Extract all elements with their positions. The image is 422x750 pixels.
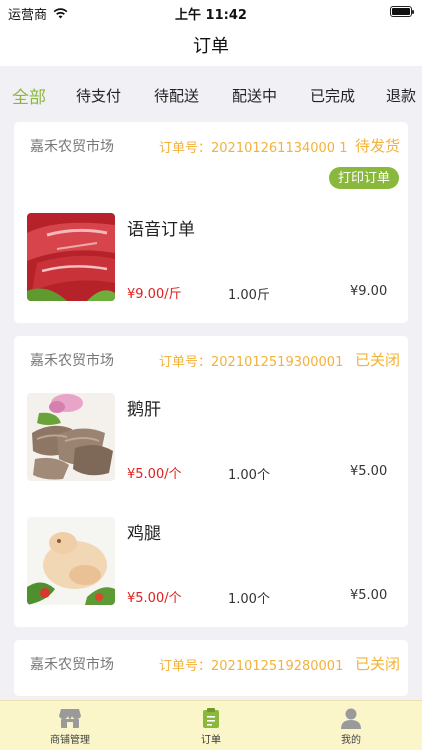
tab-refund[interactable]: 退款 <box>386 85 416 106</box>
item-quantity: 1.00个 <box>228 592 270 607</box>
nav-bar: 订单 <box>0 24 422 66</box>
chicken-image <box>27 517 115 605</box>
market-name: 嘉禾农贸市场 <box>30 139 114 155</box>
item-total: ¥9.00 <box>350 284 388 299</box>
order-item[interactable]: 鸡腿 ¥5.00/个 1.00个 ¥5.00 <box>14 517 408 607</box>
bottom-tab-orders[interactable]: 订单 <box>161 707 261 746</box>
item-total: ¥5.00 <box>350 588 388 603</box>
item-name: 语音订单 <box>127 220 195 240</box>
order-number: 订单号：2021012519280001 <box>159 659 344 674</box>
beef-image <box>27 213 115 301</box>
order-clipboard-icon <box>203 708 219 728</box>
order-item[interactable]: 语音订单 ¥9.00/斤 1.00斤 ¥9.00 <box>14 213 408 303</box>
person-icon <box>341 708 361 729</box>
tab-pending-delivery[interactable]: 待配送 <box>154 85 199 106</box>
tab-completed[interactable]: 已完成 <box>310 85 355 106</box>
order-number: 订单号：202101261134000 1 <box>159 141 348 156</box>
order-header: 嘉禾农贸市场 订单号：2021012519280001 已关闭 <box>14 640 408 684</box>
order-card[interactable]: 嘉禾农贸市场 订单号：2021012519280001 已关闭 <box>14 640 408 696</box>
order-item[interactable]: 鹅肝 ¥5.00/个 1.00个 ¥5.00 <box>14 393 408 483</box>
market-name: 嘉禾农贸市场 <box>30 353 114 369</box>
print-order-button[interactable]: 打印订单 <box>328 167 399 189</box>
page-title: 订单 <box>193 36 229 57</box>
item-name: 鹅肝 <box>127 400 161 420</box>
shop-icon <box>59 709 81 728</box>
order-card[interactable]: 嘉禾农贸市场 订单号：202101261134000 1 待发货 打印订单 语音… <box>14 122 408 323</box>
tab-all[interactable]: 全部 <box>12 83 46 108</box>
status-bar: 运营商 上午 11:42 <box>0 0 422 24</box>
bottom-tab-label: 商铺管理 <box>50 735 90 746</box>
order-header: 嘉禾农贸市场 订单号：2021012519300001 已关闭 <box>14 336 408 380</box>
goose-liver-image <box>27 393 115 481</box>
order-card[interactable]: 嘉禾农贸市场 订单号：2021012519300001 已关闭 鹅肝 ¥5.00… <box>14 336 408 627</box>
item-unit-price: ¥9.00/斤 <box>127 287 182 302</box>
item-name: 鸡腿 <box>127 524 161 544</box>
item-quantity: 1.00个 <box>228 468 270 483</box>
order-status: 待发货 <box>354 137 400 155</box>
order-tabs: 全部 待支付 待配送 配送中 已完成 退款 <box>0 66 422 120</box>
bottom-tab-label: 订单 <box>201 735 221 746</box>
tab-pending-payment[interactable]: 待支付 <box>76 85 121 106</box>
item-quantity: 1.00斤 <box>228 288 270 303</box>
bottom-tab-bar: 商铺管理 订单 我的 <box>0 700 422 750</box>
order-status: 已关闭 <box>354 351 400 369</box>
item-total: ¥5.00 <box>350 464 388 479</box>
bottom-tab-label: 我的 <box>341 735 361 746</box>
bottom-tab-shop[interactable]: 商铺管理 <box>20 707 120 746</box>
item-unit-price: ¥5.00/个 <box>127 467 182 482</box>
item-unit-price: ¥5.00/个 <box>127 591 182 606</box>
market-name: 嘉禾农贸市场 <box>30 657 114 673</box>
tab-delivering[interactable]: 配送中 <box>232 85 277 106</box>
clock: 上午 11:42 <box>175 8 247 23</box>
order-number: 订单号：2021012519300001 <box>159 355 344 370</box>
battery-icon <box>390 6 414 17</box>
bottom-tab-mine[interactable]: 我的 <box>301 707 401 746</box>
order-status: 已关闭 <box>354 655 400 673</box>
order-header: 嘉禾农贸市场 订单号：202101261134000 1 待发货 <box>14 122 408 166</box>
